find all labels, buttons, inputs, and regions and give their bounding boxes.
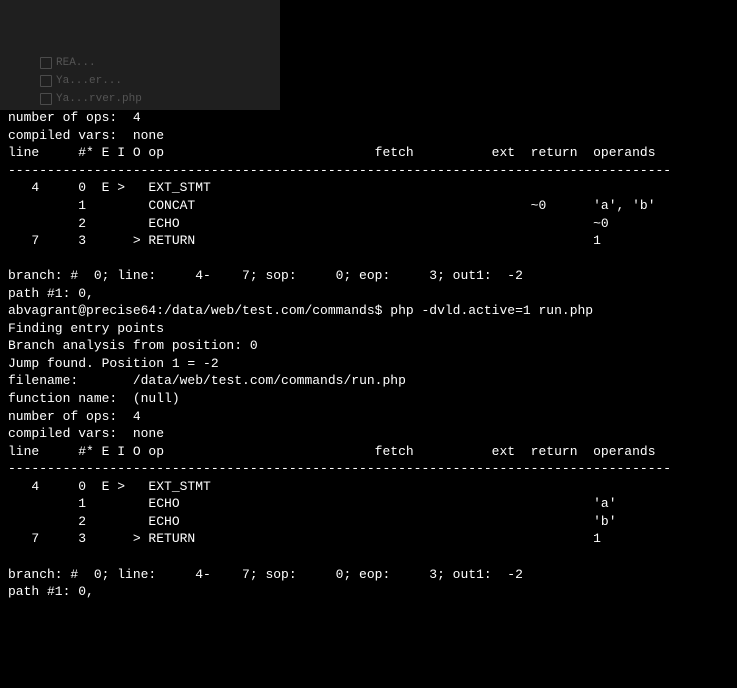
terminal-output[interactable]: number of ops: 4 compiled vars: none lin… xyxy=(8,109,729,600)
num-ops-value: 4 xyxy=(133,409,141,424)
opcode-row: 2 ECHO 'b' xyxy=(8,514,617,529)
jump-line: Jump found. Position 1 = -2 xyxy=(8,356,219,371)
branch-line: branch: # 0; line: 4- 7; sop: 0; eop: 3;… xyxy=(8,268,523,283)
branch-line: branch: # 0; line: 4- 7; sop: 0; eop: 3;… xyxy=(8,567,523,582)
sidebar-overlay: REA... Ya...er... Ya...rver.php xyxy=(0,0,280,110)
file-label: Ya...rver.php xyxy=(56,92,142,107)
compiled-vars-value: none xyxy=(133,128,164,143)
file-icon xyxy=(40,57,52,69)
opcode-row: 4 0 E > EXT_STMT xyxy=(8,180,211,195)
opcode-row: 2 ECHO ~0 xyxy=(8,216,609,231)
compiled-vars-label: compiled vars: xyxy=(8,426,117,441)
file-item: Ya...rver.php xyxy=(40,92,142,107)
num-ops-label: number of ops: xyxy=(8,409,117,424)
opcode-row: 1 CONCAT ~0 'a', 'b' xyxy=(8,198,656,213)
opcode-row: 7 3 > RETURN 1 xyxy=(8,233,601,248)
divider: ----------------------------------------… xyxy=(8,163,671,178)
file-label: Ya...er... xyxy=(56,74,122,89)
funcname-label: function name: xyxy=(8,391,117,406)
branch-analysis-line: Branch analysis from position: 0 xyxy=(8,338,258,353)
finding-line: Finding entry points xyxy=(8,321,164,336)
file-icon xyxy=(40,75,52,87)
filename-label: filename: xyxy=(8,373,78,388)
file-item: Ya...er... xyxy=(40,74,122,89)
opcode-row: 1 ECHO 'a' xyxy=(8,496,617,511)
num-ops-value: 4 xyxy=(133,110,141,125)
path-line: path #1: 0, xyxy=(8,584,94,599)
file-item: REA... xyxy=(40,56,96,71)
table-header: line #* E I O op fetch ext return operan… xyxy=(8,145,656,160)
command-line: abvagrant@precise64:/data/web/test.com/c… xyxy=(8,303,593,318)
table-header: line #* E I O op fetch ext return operan… xyxy=(8,444,656,459)
opcode-row: 7 3 > RETURN 1 xyxy=(8,531,601,546)
divider: ----------------------------------------… xyxy=(8,461,671,476)
filename-value: /data/web/test.com/commands/run.php xyxy=(133,373,406,388)
compiled-vars-value: none xyxy=(133,426,164,441)
file-label: REA... xyxy=(56,56,96,71)
num-ops-label: number of ops: xyxy=(8,110,117,125)
opcode-row: 4 0 E > EXT_STMT xyxy=(8,479,211,494)
path-line: path #1: 0, xyxy=(8,286,94,301)
file-icon xyxy=(40,93,52,105)
compiled-vars-label: compiled vars: xyxy=(8,128,117,143)
funcname-value: (null) xyxy=(133,391,180,406)
